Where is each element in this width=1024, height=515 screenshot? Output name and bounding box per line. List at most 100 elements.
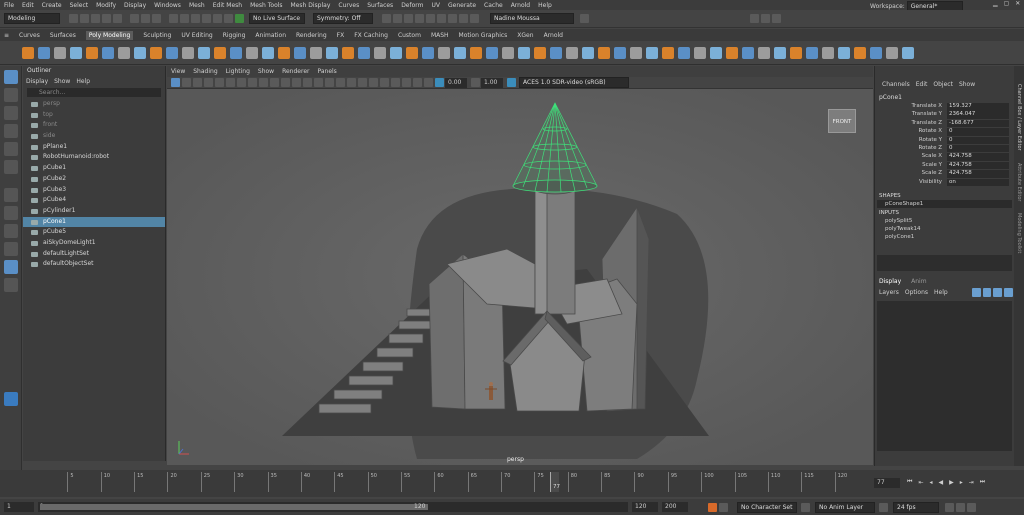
duplicate-face-icon[interactable] (886, 46, 898, 59)
shelf-tab-custom[interactable]: Custom (398, 32, 421, 39)
menu-mesh-tools[interactable]: Mesh Tools (250, 2, 282, 9)
quadrangulate-icon[interactable] (774, 46, 786, 59)
outliner-item[interactable]: persp (23, 99, 165, 110)
channel-value-field[interactable]: on (947, 178, 1009, 187)
viewport-menu-lighting[interactable]: Lighting (226, 68, 250, 75)
menu-edit[interactable]: Edit (22, 2, 34, 9)
outliner-menu-help[interactable]: Help (76, 78, 90, 85)
menu-display[interactable]: Display (124, 2, 146, 9)
input-node[interactable]: polyTweak14 (875, 225, 1014, 233)
start-time-field[interactable]: 1 (4, 502, 34, 512)
step-back-frame-icon[interactable]: ◂ (929, 479, 932, 486)
hypershade-icon[interactable] (415, 14, 424, 23)
center-pivot-icon[interactable] (502, 46, 514, 59)
image-plane-icon[interactable] (204, 78, 213, 87)
outliner-item[interactable]: defaultObjectSet (23, 259, 165, 270)
step-forward-key-icon[interactable]: ⇥ (969, 479, 974, 486)
channel-row[interactable]: Translate X 159.327 (875, 103, 1014, 111)
channel-value-field[interactable]: 424.758 (947, 153, 1009, 161)
viewport-menu-show[interactable]: Show (258, 68, 274, 75)
merge-icon[interactable] (470, 46, 482, 59)
shelf-tab-sculpting[interactable]: Sculpting (143, 32, 171, 39)
select-component-icon[interactable] (152, 14, 161, 23)
menu-modify[interactable]: Modify (96, 2, 116, 9)
save-scene-icon[interactable] (91, 14, 100, 23)
close-icon[interactable]: ✕ (1015, 0, 1020, 7)
shelf-tab-curves[interactable]: Curves (19, 32, 40, 39)
shelf-tab-fx-caching[interactable]: FX Caching (354, 32, 388, 39)
collapse-icon[interactable] (486, 46, 498, 59)
shelf-tabs-menu-icon[interactable]: ≡ (4, 32, 9, 39)
cylindrical-map-icon[interactable] (598, 46, 610, 59)
anim-layer-options-icon[interactable] (879, 502, 888, 512)
outliner-item[interactable]: pCube1 (23, 163, 165, 174)
normalize-icon[interactable] (694, 46, 706, 59)
ambient-occlusion-icon[interactable] (347, 78, 356, 87)
poly-cube-icon[interactable] (38, 46, 50, 59)
layer-list[interactable] (877, 300, 1012, 451)
input-node[interactable]: polyCone1 (875, 233, 1014, 241)
layer-menu-options[interactable]: Options (905, 289, 928, 296)
camera-attributes-icon[interactable] (182, 78, 191, 87)
toggle-attribute-editor-icon[interactable] (750, 14, 759, 23)
render-icon[interactable] (382, 14, 391, 23)
fps-dropdown[interactable]: 24 fps (893, 501, 939, 513)
maximize-icon[interactable]: ▢ (1004, 0, 1010, 7)
animation-preferences-icon[interactable] (967, 502, 976, 512)
shelf-tab-uv-editing[interactable]: UV Editing (181, 32, 212, 39)
channel-value-field[interactable]: 424.758 (947, 170, 1009, 178)
loop-icon[interactable] (945, 502, 954, 512)
shelf-tab-motion-graphics[interactable]: Motion Graphics (459, 32, 508, 39)
snap-point-icon[interactable] (191, 14, 200, 23)
mirror-icon[interactable] (310, 46, 322, 59)
channel-row[interactable]: Scale Y 424.758 (875, 161, 1014, 170)
layer-menu-layers[interactable]: Layers (879, 289, 899, 296)
bridge-icon[interactable] (342, 46, 354, 59)
outliner-item[interactable]: pCylinder1 (23, 206, 165, 217)
channel-row[interactable]: Rotate Y 0 (875, 136, 1014, 145)
smooth-icon[interactable] (246, 46, 258, 59)
viewport-menu-view[interactable]: View (171, 68, 185, 75)
viewport-menu-panels[interactable]: Panels (317, 68, 336, 75)
anim-layer-dropdown[interactable]: No Anim Layer (815, 501, 875, 513)
boolean-intersection-icon[interactable] (294, 46, 306, 59)
rotate-tool-icon[interactable] (4, 142, 18, 156)
select-hierarchy-icon[interactable] (130, 14, 139, 23)
channel-row[interactable]: Translate Y 2364.047 (875, 111, 1014, 119)
fill-hole-icon[interactable] (390, 46, 402, 59)
play-backwards-icon[interactable]: ◀ (938, 479, 943, 486)
side-tab-channel-box[interactable]: Channel Box / Layer Editor (1016, 84, 1022, 151)
viewport-icon[interactable] (470, 14, 479, 23)
channel-value-field[interactable]: 2364.047 (947, 111, 1009, 119)
layer-tab-anim[interactable]: Anim (911, 278, 926, 285)
redo-icon[interactable] (113, 14, 122, 23)
channel-value-field[interactable]: 0 (947, 144, 1009, 153)
make-live-icon[interactable] (235, 14, 244, 23)
gamma-icon[interactable] (471, 78, 480, 87)
super-shape-icon[interactable] (150, 46, 162, 59)
gate-mask-icon[interactable] (248, 78, 257, 87)
lasso-tool-icon[interactable] (4, 88, 18, 102)
menu-set-dropdown[interactable]: Modeling (4, 13, 60, 24)
reduce-icon[interactable] (790, 46, 802, 59)
outliner-item[interactable]: RobotHumanoid:robot (23, 152, 165, 163)
arnold-render-icon[interactable] (437, 14, 446, 23)
resolution-gate-icon[interactable] (237, 78, 246, 87)
anti-aliasing-icon[interactable] (369, 78, 378, 87)
sphere-map-icon[interactable] (614, 46, 626, 59)
color-management-icon[interactable] (507, 78, 516, 87)
outliner-menu-show[interactable]: Show (54, 78, 70, 85)
xray-icon[interactable] (402, 78, 411, 87)
side-tab-attribute-editor[interactable]: Attribute Editor (1016, 163, 1022, 201)
field-chart-icon[interactable] (259, 78, 268, 87)
shelf-tab-animation[interactable]: Animation (255, 32, 286, 39)
channel-row[interactable]: Translate Z -168.677 (875, 119, 1014, 128)
outliner-item[interactable]: top (23, 110, 165, 121)
sew-uv-icon[interactable] (646, 46, 658, 59)
menu-create[interactable]: Create (42, 2, 62, 9)
default-material-icon[interactable] (303, 78, 312, 87)
end-time-outer-field[interactable]: 200 (662, 502, 688, 512)
two-view-layout-icon[interactable] (4, 242, 18, 256)
unfold-icon[interactable] (662, 46, 674, 59)
freeze-transforms-icon[interactable] (518, 46, 530, 59)
